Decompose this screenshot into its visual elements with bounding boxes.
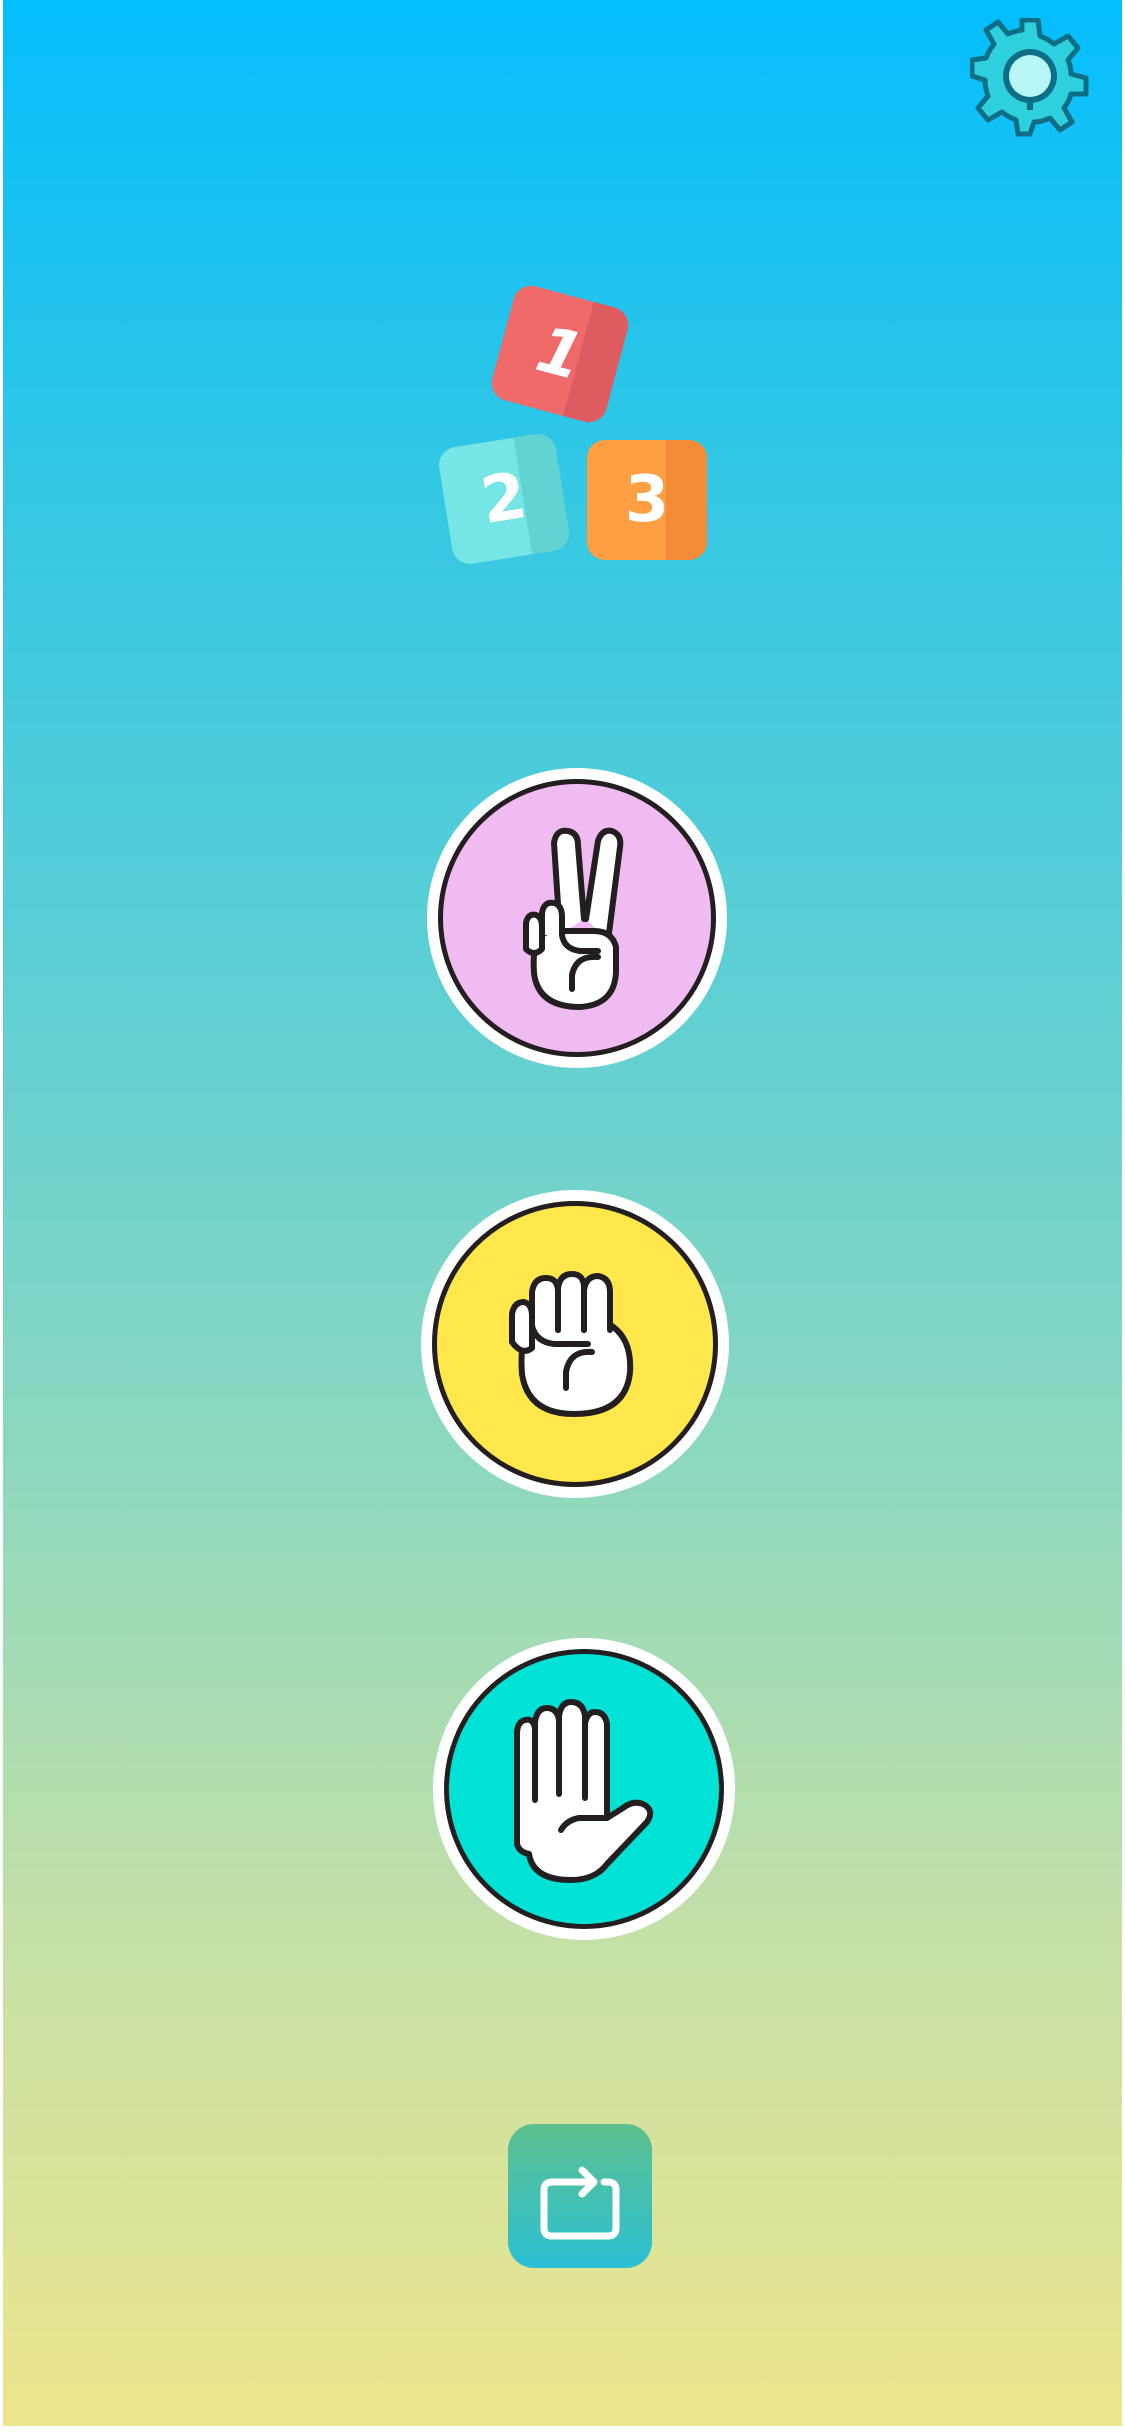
- rock-button[interactable]: [421, 1190, 729, 1498]
- logo-tile-3: 3: [587, 440, 707, 560]
- logo-tile-1: 1: [487, 281, 633, 427]
- gear-icon: [969, 17, 1089, 137]
- logo-tile-2: 2: [436, 431, 572, 567]
- edge-bottom: [0, 2426, 1125, 2436]
- edge-left: [0, 0, 3, 2436]
- paper-button[interactable]: [433, 1638, 735, 1940]
- open-hand-icon: [514, 1699, 654, 1883]
- settings-button[interactable]: [969, 17, 1090, 138]
- fist-icon: [509, 1271, 634, 1417]
- app-logo: 1 2 3: [435, 281, 715, 575]
- scissors-button[interactable]: [427, 768, 727, 1068]
- game-screen: 1 2 3: [0, 0, 1125, 2436]
- repeat-icon: [540, 2166, 620, 2240]
- paper-button-face: [444, 1649, 724, 1929]
- restart-button[interactable]: [508, 2124, 652, 2268]
- rock-button-face: [432, 1201, 718, 1487]
- scissors-button-face: [438, 779, 716, 1057]
- logo-tile-3-label: 3: [624, 463, 670, 537]
- peace-hand-icon: [523, 827, 624, 1010]
